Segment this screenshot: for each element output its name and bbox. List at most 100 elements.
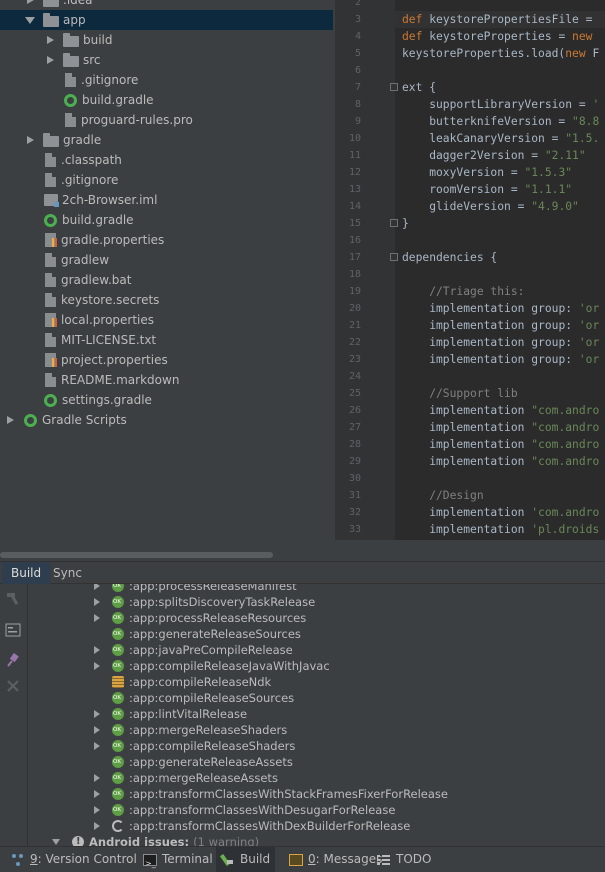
code-line: implementation 'com.andro [402,504,599,521]
tree-item[interactable]: .gitignore [0,170,333,190]
hammer-icon[interactable] [5,590,21,606]
chevron-right-icon[interactable] [92,584,102,591]
build-task-row[interactable]: :app:processReleaseManifest [92,584,297,594]
tree-item[interactable]: MIT-LICENSE.txt [0,330,333,350]
fold-marker-icon[interactable] [390,219,398,227]
code-token: F [592,47,600,60]
code-token: "8.8 [572,115,600,128]
chevron-right-icon[interactable] [92,741,102,751]
tree-item[interactable]: .idea [0,0,333,10]
build-task-row[interactable]: :app:generateReleaseAssets [92,754,293,770]
tree-item[interactable]: local.properties [0,310,333,330]
chevron-right-icon[interactable] [92,805,102,815]
code-token: : [565,319,579,332]
code-line: glideVersion = "4.9.0" [402,198,579,215]
chevron-right-icon[interactable] [92,773,102,783]
tree-item[interactable]: proguard-rules.pro [0,110,333,130]
tree-item[interactable]: build.gradle [0,90,333,110]
chevron-right-icon[interactable] [92,597,102,607]
chevron-right-icon[interactable] [92,613,102,623]
code-token: implementation [402,319,532,332]
chevron-right-icon[interactable] [92,821,102,831]
tree-item[interactable]: settings.gradle [0,390,333,410]
chevron-right-icon[interactable] [92,789,102,799]
chevron-right-icon[interactable] [92,725,102,735]
tree-item[interactable]: gradlew.bat [0,270,333,290]
build-icon [221,854,235,866]
code-editor[interactable]: 2 3 4 5 6 7 8 9 10 11 12 13 14 15 16 17 18 19 20 21 22 23 24 25… [335,0,605,540]
chevron-right-icon[interactable] [24,134,36,146]
tree-item[interactable]: .gitignore [0,70,333,90]
tree-item-label: project.properties [61,353,168,367]
fold-marker-icon[interactable] [390,83,398,91]
chevron-down-icon[interactable] [52,837,62,846]
build-task-row[interactable]: :app:processReleaseResources [92,610,306,626]
chevron-right-icon[interactable] [24,0,36,6]
line-number: 30 [348,473,361,484]
tree-item-label: Gradle Scripts [42,413,127,427]
code-token: dependencies { [402,251,498,264]
tree-item[interactable]: gradle [0,130,333,150]
chevron-right-icon[interactable] [4,414,16,426]
build-task-label: :app:transformClassesWithDexBuilderForRe… [129,819,411,833]
bottom-tab-version-control[interactable]: 9: Version Control [6,847,142,872]
code-token: "com.andro [531,455,600,468]
code-line: dagger2Version = "2.11" [402,147,585,164]
chevron-right-icon[interactable] [92,645,102,655]
build-task-row[interactable]: :app:mergeReleaseAssets [92,770,278,786]
tree-item[interactable]: project.properties [0,350,333,370]
chevron-right-icon[interactable] [44,54,56,66]
build-task-row[interactable]: :app:transformClassesWithDesugarForRelea… [92,802,395,818]
code-token: implementation [402,421,532,434]
chevron-right-icon[interactable] [44,34,56,46]
bottom-tab-terminal[interactable]: Terminal [138,847,218,872]
tab-label: : Version Control [37,852,137,866]
build-task-row[interactable]: :app:javaPreCompileRelease [92,642,293,658]
build-toolbar [0,584,28,846]
tree-item[interactable]: gradle.properties [0,230,333,250]
build-task-row[interactable]: :app:lintVitalRelease [92,706,247,722]
tree-item-label: README.markdown [61,373,180,387]
build-task-row[interactable]: :app:mergeReleaseShaders [92,722,287,738]
build-task-row[interactable]: :app:compileReleaseJavaWithJavac [92,658,330,674]
tree-item[interactable]: 2ch-Browser.iml [0,190,333,210]
build-task-row[interactable]: :app:transformClassesWithStackFramesFixe… [92,786,448,802]
build-task-row[interactable]: :app:compileReleaseShaders [92,738,295,754]
build-task-row[interactable]: :app:compileReleaseNdk [92,674,271,690]
tree-item[interactable]: Gradle Scripts [0,410,333,430]
tree-item[interactable]: build.gradle [0,210,333,230]
tree-item[interactable]: .classpath [0,150,333,170]
tree-item[interactable]: app [0,10,333,30]
code-line: implementation "com.andro [402,419,599,436]
bottom-tab-todo[interactable]: TODO [372,847,436,872]
code-token: leakCanaryVersion = [402,132,566,145]
close-icon[interactable] [5,678,21,694]
android-issues-row[interactable]: Android issues:(1 warning) [52,834,259,846]
chevron-down-icon[interactable] [24,14,36,26]
build-task-row[interactable]: :app:compileReleaseSources [92,690,294,706]
tree-item[interactable]: build [0,30,333,50]
build-task-row[interactable]: :app:generateReleaseSources [92,626,301,642]
tree-item[interactable]: gradlew [0,250,333,270]
tree-item[interactable]: src [0,50,333,70]
build-task-row[interactable]: :app:splitsDiscoveryTaskRelease [92,594,315,610]
code-token: implementation [402,302,532,315]
tree-item[interactable]: keystore.secrets [0,290,333,310]
tab-build[interactable]: Build [2,562,51,584]
horizontal-scrollbar[interactable] [0,552,273,558]
pin-icon[interactable] [5,652,21,668]
tree-item[interactable]: README.markdown [0,370,333,390]
toggle-view-icon[interactable] [5,622,21,638]
chevron-right-icon[interactable] [92,709,102,719]
tab-sync[interactable]: Sync [44,562,91,584]
file-icon [45,253,56,267]
chevron-right-icon[interactable] [92,661,102,671]
bottom-tab-build[interactable]: Build [216,847,276,872]
success-icon [112,804,124,816]
fold-marker-icon[interactable] [390,253,398,261]
build-task-row[interactable]: :app:transformClassesWithDexBuilderForRe… [92,818,410,834]
gradle-icon [24,413,37,427]
line-number: 22 [348,337,361,348]
code-line: implementation group: 'or [402,300,599,317]
